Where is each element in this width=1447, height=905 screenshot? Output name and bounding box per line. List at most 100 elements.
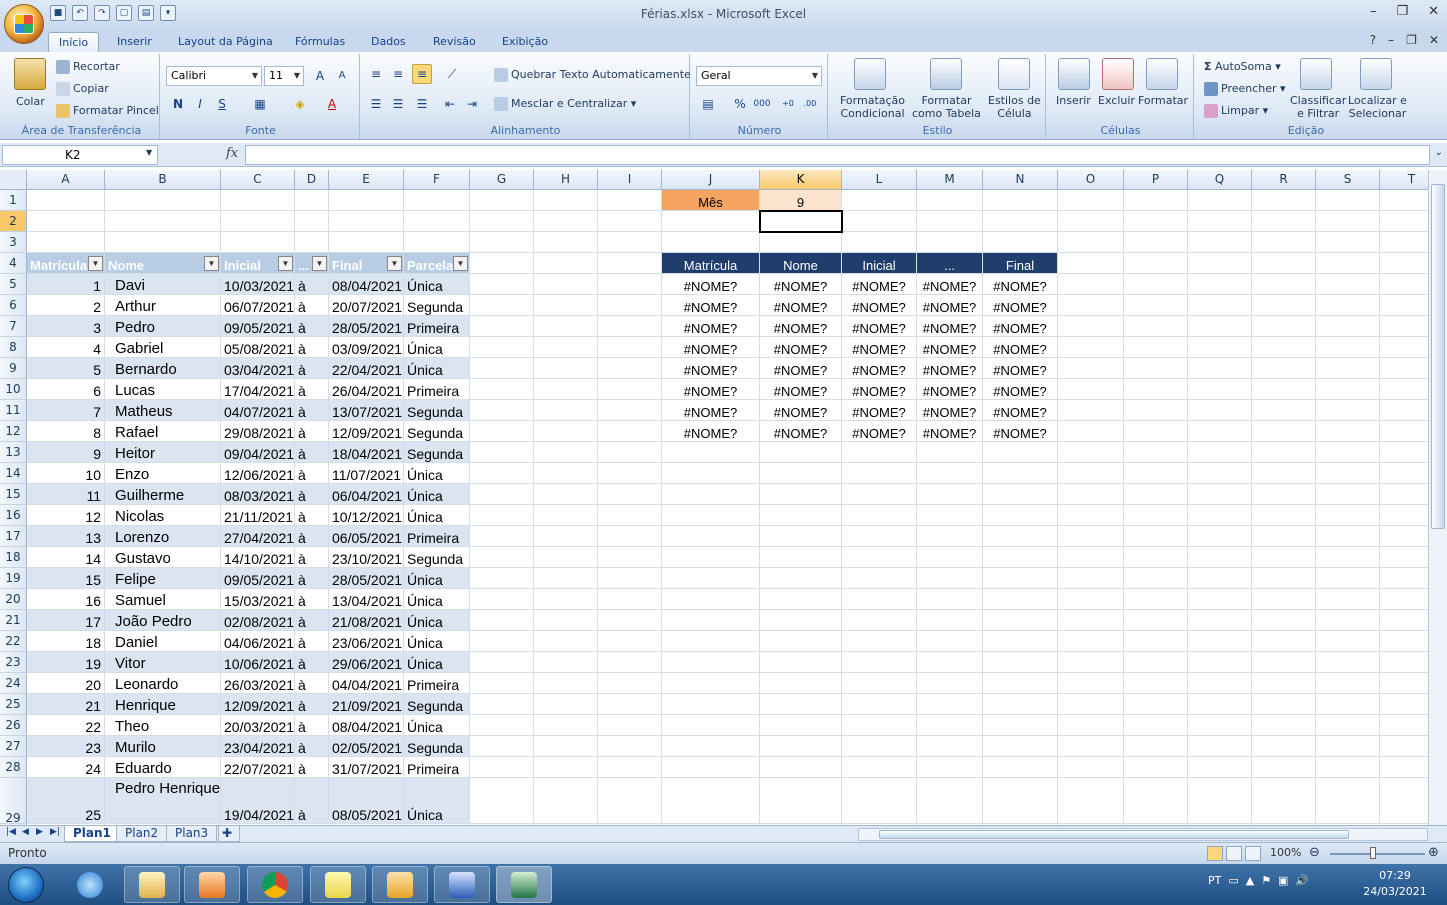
percent-button[interactable]: % [730, 94, 750, 114]
result-cell[interactable]: #NOME? [842, 316, 917, 337]
font-size-combo[interactable]: 11 ▼ [264, 66, 304, 86]
empty-cell[interactable] [1188, 316, 1252, 337]
table-cell[interactable]: 29/08/2021 [221, 421, 295, 442]
number-format-combo[interactable]: Geral ▼ [696, 66, 822, 86]
first-sheet-icon[interactable]: |◀ [6, 827, 16, 837]
tab-inserir[interactable]: Inserir [107, 32, 162, 52]
empty-cell[interactable] [1380, 505, 1428, 526]
table-cell[interactable]: à [295, 295, 329, 316]
row-header[interactable]: 6 [0, 295, 27, 316]
taskbar-media[interactable] [184, 866, 240, 903]
table-cell[interactable]: 21 [27, 694, 105, 715]
empty-cell[interactable] [1380, 610, 1428, 631]
empty-cell[interactable] [760, 610, 842, 631]
result-cell[interactable]: #NOME? [760, 421, 842, 442]
empty-cell[interactable] [1380, 484, 1428, 505]
empty-cell[interactable] [1380, 253, 1428, 274]
table-cell[interactable]: à [295, 547, 329, 568]
result-cell[interactable]: #NOME? [662, 358, 760, 379]
table-cell[interactable]: à [295, 274, 329, 295]
minimize-icon[interactable]: – [1370, 4, 1377, 19]
empty-cell[interactable] [470, 736, 534, 757]
paste-icon[interactable] [14, 58, 46, 90]
empty-cell[interactable] [470, 274, 534, 295]
table-cell[interactable]: 10 [27, 463, 105, 484]
row-header[interactable]: 26 [0, 715, 27, 736]
empty-cell[interactable] [470, 358, 534, 379]
result-cell[interactable]: #NOME? [983, 379, 1058, 400]
empty-cell[interactable] [598, 463, 662, 484]
empty-cell[interactable] [470, 421, 534, 442]
empty-cell[interactable] [662, 652, 760, 673]
copy-button[interactable]: Copiar [56, 82, 109, 96]
table-cell[interactable]: 26/04/2021 [329, 379, 404, 400]
table-cell[interactable]: 14 [27, 547, 105, 568]
empty-cell[interactable] [1252, 694, 1316, 715]
empty-cell[interactable] [1316, 778, 1380, 824]
column-header[interactable]: F [404, 170, 470, 190]
empty-cell[interactable] [1058, 568, 1124, 589]
empty-cell[interactable] [534, 568, 598, 589]
expand-formula-icon[interactable]: ⌄ [1435, 147, 1443, 158]
empty-cell[interactable] [983, 190, 1058, 211]
empty-cell[interactable] [598, 358, 662, 379]
empty-cell[interactable] [470, 484, 534, 505]
empty-cell[interactable] [1252, 505, 1316, 526]
format-table-button[interactable]: Formatar como Tabela [912, 94, 981, 120]
empty-cell[interactable] [534, 757, 598, 778]
table-cell[interactable]: Pedro Henrique [105, 778, 221, 824]
row-header[interactable]: 15 [0, 484, 27, 505]
empty-cell[interactable] [470, 379, 534, 400]
decrease-decimal-button[interactable]: .00 [800, 94, 820, 114]
table-cell[interactable]: Theo [105, 715, 221, 736]
select-all-corner[interactable] [0, 170, 27, 190]
empty-cell[interactable] [534, 463, 598, 484]
table-cell[interactable]: 21/11/2021 [221, 505, 295, 526]
normal-view-icon[interactable] [1207, 846, 1223, 861]
table-cell[interactable]: 04/06/2021 [221, 631, 295, 652]
empty-cell[interactable] [917, 631, 983, 652]
empty-cell[interactable] [329, 190, 404, 211]
row-header[interactable]: 8 [0, 337, 27, 358]
empty-cell[interactable] [842, 652, 917, 673]
empty-cell[interactable] [1124, 694, 1188, 715]
fill-color-button[interactable]: ◈ [290, 94, 310, 114]
empty-cell[interactable] [1252, 484, 1316, 505]
empty-cell[interactable] [662, 463, 760, 484]
table-cell[interactable]: à [295, 757, 329, 778]
empty-cell[interactable] [1058, 715, 1124, 736]
empty-cell[interactable] [1058, 295, 1124, 316]
table-cell[interactable]: 20/07/2021 [329, 295, 404, 316]
empty-cell[interactable] [1058, 463, 1124, 484]
empty-cell[interactable] [1124, 589, 1188, 610]
empty-cell[interactable] [1316, 484, 1380, 505]
row-header[interactable]: 7 [0, 316, 27, 337]
empty-cell[interactable] [760, 589, 842, 610]
table-cell[interactable]: 06/07/2021 [221, 295, 295, 316]
empty-cell[interactable] [295, 232, 329, 253]
empty-cell[interactable] [598, 211, 662, 232]
empty-cell[interactable] [105, 190, 221, 211]
empty-cell[interactable] [470, 673, 534, 694]
empty-cell[interactable] [1380, 442, 1428, 463]
table-cell[interactable]: Única [404, 358, 470, 379]
empty-cell[interactable] [1316, 400, 1380, 421]
chevron-down-icon[interactable]: ▼ [146, 148, 152, 157]
result-cell[interactable]: #NOME? [760, 358, 842, 379]
empty-cell[interactable] [534, 211, 598, 232]
empty-cell[interactable] [1124, 568, 1188, 589]
table-cell[interactable]: 28/05/2021 [329, 316, 404, 337]
table-cell[interactable]: 23/06/2021 [329, 631, 404, 652]
empty-cell[interactable] [1188, 505, 1252, 526]
empty-cell[interactable] [842, 631, 917, 652]
table-cell[interactable]: Segunda [404, 694, 470, 715]
result-cell[interactable]: #NOME? [983, 274, 1058, 295]
table-cell[interactable]: à [295, 421, 329, 442]
taskbar-excel[interactable] [496, 866, 552, 903]
table-cell[interactable]: Arthur [105, 295, 221, 316]
page-layout-view-icon[interactable] [1226, 846, 1242, 861]
empty-cell[interactable] [983, 484, 1058, 505]
empty-cell[interactable] [662, 484, 760, 505]
table-cell[interactable]: Única [404, 274, 470, 295]
empty-cell[interactable] [983, 442, 1058, 463]
